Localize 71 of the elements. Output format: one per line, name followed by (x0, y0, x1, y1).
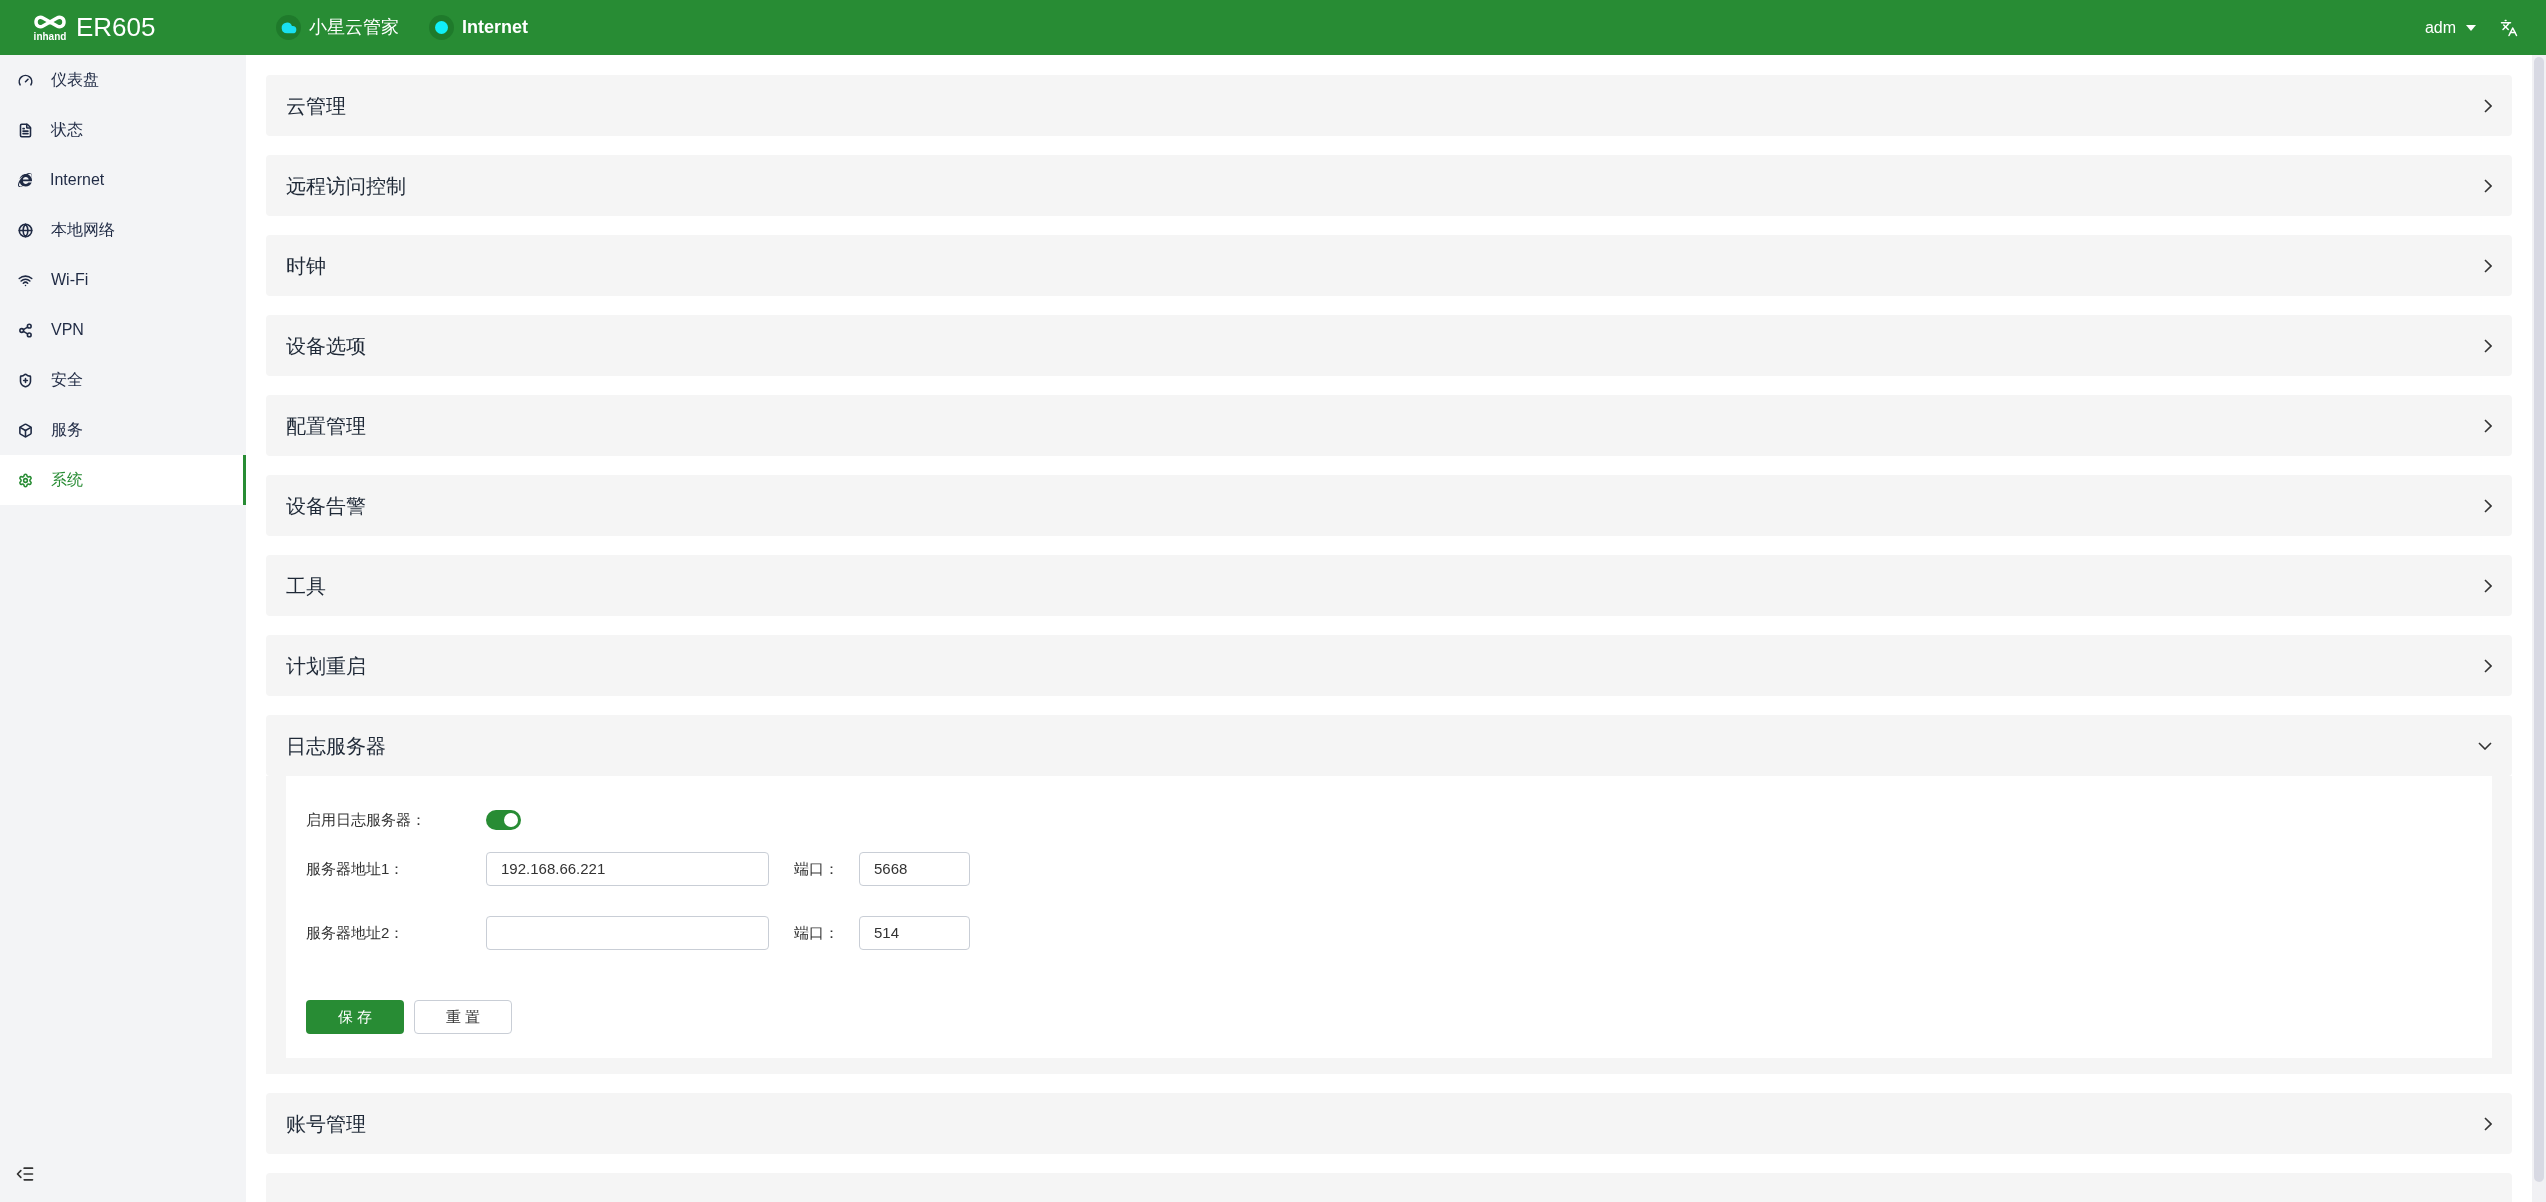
sidebar-item[interactable]: 仪表盘 (0, 55, 246, 105)
field-label: 端口： (794, 858, 840, 879)
wifi-icon (18, 272, 33, 288)
caret-icon (2466, 24, 2476, 31)
cube-icon (18, 422, 33, 438)
panel-header[interactable]: 日志服务器 (266, 715, 2512, 776)
field-label: 端口： (794, 922, 840, 943)
chevron-right-icon (2484, 178, 2492, 193)
header-link[interactable]: Internet (429, 14, 528, 41)
panel-title: 日志服务器 (286, 733, 386, 759)
panel-title: 设备选项 (286, 333, 366, 359)
chevron-right-icon (2484, 418, 2492, 433)
sidebar-item[interactable]: 服务 (0, 405, 246, 455)
collapse-menu-icon[interactable] (15, 1164, 35, 1184)
sidebar-item[interactable]: VPN (0, 305, 246, 355)
chevron-right-icon (2484, 1116, 2492, 1131)
logo-icon (33, 13, 67, 31)
scrollbar[interactable] (2532, 55, 2546, 1202)
panel-header[interactable]: 工具 (266, 555, 2512, 616)
sidebar-item[interactable]: 安全 (0, 355, 246, 405)
chevron-right-icon (2484, 258, 2492, 273)
nodes-icon (18, 322, 33, 338)
sidebar-item[interactable]: Internet (0, 155, 246, 205)
logo-text: inhand (33, 31, 67, 42)
panel-header[interactable]: 计划重启 (266, 635, 2512, 696)
globe-icon (18, 222, 33, 238)
user-menu[interactable]: adm (2424, 15, 2476, 40)
field-label: 启用日志服务器： (306, 809, 427, 830)
panel-title: 远程访问控制 (286, 173, 406, 199)
shield-plus-icon (18, 372, 33, 388)
panel-title: 账号管理 (286, 1111, 366, 1137)
panel-title: 配置管理 (286, 413, 366, 439)
port-input[interactable]: 5668 (859, 852, 970, 886)
cloud-icon (276, 15, 301, 40)
header-link[interactable]: 小星云管家 (276, 14, 399, 41)
toggle-switch[interactable] (486, 810, 521, 830)
address-input[interactable]: 192.168.66.221 (486, 852, 769, 886)
panel-header[interactable]: 设备告警 (266, 475, 2512, 536)
field-label: 服务器地址1： (306, 858, 406, 879)
panel-header[interactable]: 设备选项 (266, 315, 2512, 376)
field-label: 服务器地址2： (306, 922, 406, 943)
panel-header[interactable]: 云管理 (266, 75, 2512, 136)
save-button[interactable]: 保 存 (306, 1000, 404, 1034)
panel-header[interactable]: 账号管理 (266, 1093, 2512, 1154)
sidebar-item[interactable]: 本地网络 (0, 205, 246, 255)
panel-title: 时钟 (286, 253, 326, 279)
panel-title: 云管理 (286, 93, 346, 119)
chevron-right-icon (2484, 498, 2492, 513)
chevron-down-icon (2478, 741, 2492, 750)
sidebar-item[interactable]: 系统 (0, 455, 246, 505)
panel-header[interactable]: 远程访问控制 (266, 155, 2512, 216)
reset-button[interactable]: 重 置 (414, 1000, 512, 1034)
sidebar-item[interactable]: Wi-Fi (0, 255, 246, 305)
chevron-right-icon (2484, 658, 2492, 673)
address-input[interactable] (486, 916, 769, 950)
panel-title: 计划重启 (286, 653, 366, 679)
chevron-right-icon (2484, 578, 2492, 593)
gear-icon (18, 472, 33, 488)
panel-title: 工具 (286, 573, 326, 599)
panel-title: 设备告警 (286, 493, 366, 519)
product-name: ER605 (76, 11, 157, 44)
port-input[interactable]: 514 (859, 916, 970, 950)
translate-icon[interactable] (2500, 18, 2518, 37)
panel-header[interactable]: 时钟 (266, 235, 2512, 296)
e-icon (18, 173, 32, 187)
document-icon (18, 122, 33, 138)
panel-header[interactable]: 配置管理 (266, 395, 2512, 456)
chevron-right-icon (2484, 98, 2492, 113)
chevron-right-icon (2484, 338, 2492, 353)
sidebar-item[interactable]: 状态 (0, 105, 246, 155)
gauge-icon (18, 72, 33, 88)
